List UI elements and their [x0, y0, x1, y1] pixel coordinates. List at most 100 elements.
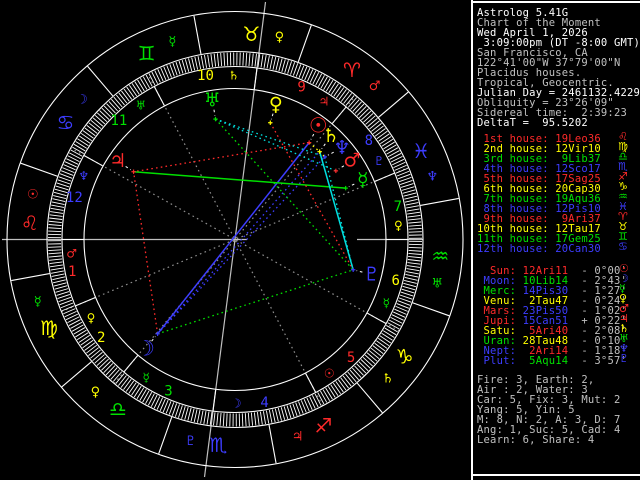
degree-tick — [387, 150, 400, 158]
house-number-2: 2 — [97, 330, 105, 346]
degree-tick — [115, 94, 125, 106]
degree-tick — [125, 380, 135, 392]
degree-tick — [286, 405, 292, 419]
degree-tick — [86, 344, 98, 354]
degree-tick — [193, 409, 198, 423]
degree-tick — [98, 358, 109, 369]
house-cusp-segment — [75, 297, 96, 307]
degree-tick — [277, 407, 282, 421]
degree-tick — [402, 285, 416, 291]
degree-tick — [136, 387, 145, 400]
degree-tick — [148, 73, 156, 86]
degree-tick — [73, 143, 86, 152]
degree-tick — [142, 390, 150, 403]
degree-tick — [356, 106, 367, 116]
degree-tick — [405, 271, 419, 275]
degree-tick — [115, 373, 125, 384]
house-number-1: 1 — [68, 264, 76, 280]
panel-divider-line — [471, 0, 473, 480]
degree-tick — [97, 112, 108, 123]
degree-tick — [187, 407, 192, 421]
degree-tick — [188, 58, 193, 72]
degree-tick — [368, 350, 380, 360]
planet-glyph-pluto: ♇ — [619, 352, 630, 365]
house-number-3: 3 — [164, 384, 172, 400]
degree-tick — [206, 411, 210, 425]
degree-tick — [147, 393, 155, 406]
house-ruler-glyph-venus: ♀ — [394, 218, 403, 232]
degree-tick — [50, 267, 64, 271]
degree-tick — [131, 384, 140, 396]
degree-tick — [337, 379, 347, 391]
degree-tick — [191, 57, 196, 71]
degree-tick — [256, 411, 260, 426]
sign-glyph-virgo: ♍ — [40, 316, 58, 340]
degree-tick — [184, 406, 189, 420]
sign-boundary-line — [268, 424, 277, 464]
planet-label: Plut: — [477, 355, 523, 367]
degree-tick — [108, 367, 118, 378]
degree-tick — [275, 57, 280, 71]
house-ruler-glyph-saturn: ♄ — [228, 69, 239, 83]
degree-tick — [222, 413, 225, 427]
degree-tick — [278, 58, 283, 72]
degree-tick — [374, 128, 386, 137]
degree-tick — [82, 130, 94, 139]
degree-tick — [408, 253, 422, 255]
degree-tick — [327, 386, 336, 398]
degree-tick — [70, 321, 83, 329]
degree-tick — [80, 132, 93, 142]
degree-tick — [372, 345, 384, 354]
wheel-planet-glyph-moon: ☽ — [136, 337, 155, 361]
degree-tick — [401, 288, 415, 294]
degree-tick — [200, 410, 204, 424]
sign-glyph-aquarius: ♒ — [431, 244, 449, 268]
degree-tick — [351, 367, 362, 378]
degree-tick — [108, 101, 119, 112]
degree-tick — [386, 325, 398, 333]
degree-tick — [219, 412, 222, 426]
house-cusp-segment — [367, 312, 386, 324]
degree-tick — [48, 230, 62, 233]
house-ruler-glyph-jupiter: ♃ — [318, 95, 329, 109]
sign-ruler-glyph-moon: ☽ — [76, 92, 88, 107]
degree-tick — [365, 115, 376, 125]
degree-tick — [262, 411, 266, 425]
degree-tick — [265, 410, 270, 424]
degree-tick — [401, 186, 415, 191]
degree-tick — [406, 268, 420, 272]
sign-ruler-glyph-uranus: ♅ — [431, 276, 443, 291]
wheel-planet-glyph-mercury: ☿ — [357, 169, 369, 191]
planet-longitude: 5Aqu14 — [522, 355, 569, 367]
degree-tick — [52, 276, 66, 281]
degree-tick — [55, 288, 69, 293]
degree-tick — [388, 319, 401, 327]
degree-tick — [71, 324, 84, 332]
degree-tick — [408, 224, 422, 227]
degree-tick — [320, 390, 328, 403]
degree-tick — [137, 79, 145, 92]
degree-tick — [254, 53, 257, 67]
degree-tick — [402, 189, 416, 194]
degree-tick — [400, 183, 414, 188]
house-number-11: 11 — [111, 113, 128, 129]
degree-tick — [406, 265, 420, 268]
degree-tick — [88, 347, 99, 357]
panel-top-border — [471, 1, 640, 3]
degree-tick — [94, 115, 106, 125]
degree-tick — [90, 119, 102, 129]
degree-tick — [253, 412, 257, 426]
degree-tick — [345, 373, 355, 385]
house-number-7: 7 — [394, 199, 402, 215]
degree-tick — [196, 409, 201, 423]
sign-boundary-line — [297, 24, 312, 63]
degree-tick — [84, 342, 96, 351]
house-ruler-glyph-mercury: ☿ — [142, 370, 149, 384]
degree-tick — [408, 256, 422, 259]
planet-pointer-line — [348, 183, 355, 188]
degree-tick — [280, 407, 286, 420]
degree-tick — [389, 153, 402, 160]
house-number-12: 12 — [66, 190, 83, 206]
deltat-line: DeltaT = 95.5202 — [477, 117, 588, 129]
degree-tick — [92, 351, 103, 362]
